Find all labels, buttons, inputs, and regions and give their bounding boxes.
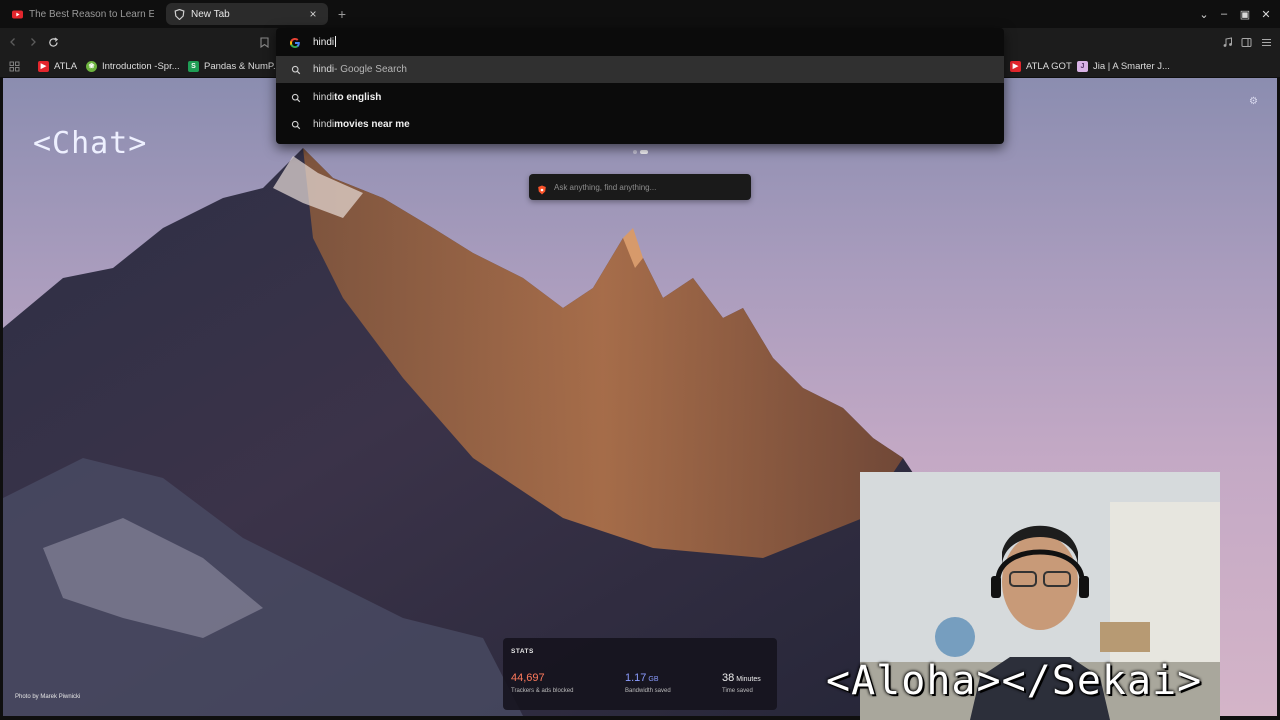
page-dot-active[interactable] (640, 150, 648, 154)
chat-overlay-text: <Chat> (33, 126, 148, 161)
maximize-icon[interactable]: ▣ (1237, 6, 1253, 22)
reload-icon[interactable] (44, 33, 62, 51)
aloha-overlay-text: <Aloha></Sekai> (826, 658, 1203, 704)
stat-time: 38 Minutes Time saved (722, 668, 761, 694)
suggestion-rest: movies near me (334, 119, 410, 130)
bookmark-label: ATLA GOT (1026, 60, 1072, 72)
suggestion-match: hindi (313, 92, 335, 103)
youtube-icon: ▶ (38, 60, 49, 72)
stats-title: STATS (511, 648, 534, 655)
suggestion-item[interactable]: hindi to english (276, 84, 1004, 111)
close-tab-icon[interactable]: × (306, 7, 320, 21)
stat-value: 38 (722, 672, 735, 684)
youtube-icon: ▶ (1010, 60, 1021, 72)
page-dot[interactable] (633, 150, 637, 154)
bookmark-pandas-numpy[interactable]: S Pandas & NumP... (188, 59, 281, 73)
browser-window: The Best Reason to Learn Each New Tab × … (0, 0, 1280, 720)
stat-caption: Trackers & ads blocked (511, 688, 574, 694)
apps-grid-icon[interactable] (5, 57, 23, 75)
tab-title: New Tab (191, 8, 230, 20)
tab-title: The Best Reason to Learn Each (29, 8, 154, 20)
bookmark-label: Introduction -Spr... (102, 60, 180, 72)
suggestion-item[interactable]: hindi movies near me (276, 111, 1004, 138)
back-icon[interactable] (4, 33, 22, 51)
settings-gear-icon[interactable]: ⚙ (1249, 96, 1261, 108)
suggestion-rest: - Google Search (334, 64, 407, 75)
sidebar-icon[interactable] (1237, 33, 1255, 51)
tab-youtube[interactable]: The Best Reason to Learn Each (4, 3, 162, 25)
search-box[interactable]: Ask anything, find anything... (529, 174, 751, 200)
sheets-icon: S (188, 60, 199, 72)
new-tab-button[interactable]: + (334, 6, 350, 22)
search-icon (291, 93, 301, 103)
omnibox-dropdown: hindi hindi - Google Search hindi to eng… (276, 28, 1004, 144)
bookmark-introduction-spring[interactable]: ❀ Introduction -Spr... (86, 59, 180, 73)
stat-unit: GB (648, 676, 659, 683)
address-input-text: hindi (313, 36, 335, 48)
search-icon (291, 120, 301, 130)
stat-unit: Minutes (736, 676, 761, 683)
bookmark-label: Pandas & NumP... (204, 60, 281, 72)
google-g-icon (289, 36, 301, 48)
bookmark-icon[interactable] (255, 33, 273, 51)
bookmark-jia[interactable]: J Jia | A Smarter J... (1077, 59, 1170, 73)
spring-leaf-icon: ❀ (86, 60, 97, 72)
forward-icon[interactable] (24, 33, 42, 51)
jia-icon: J (1077, 60, 1088, 72)
address-input[interactable]: hindi (313, 35, 337, 48)
tab-strip: The Best Reason to Learn Each New Tab × … (0, 0, 1280, 28)
photo-credit[interactable]: Photo by Marek Piwnicki (15, 694, 80, 700)
suggestion-rest: to english (334, 92, 382, 103)
text-caret (335, 35, 337, 47)
bookmark-atla[interactable]: ▶ ATLA (38, 59, 77, 73)
stats-widget: STATS 44,697 Trackers & ads blocked 1.17… (503, 638, 777, 710)
bookmark-label: Jia | A Smarter J... (1093, 60, 1170, 72)
stat-bandwidth: 1.17 GB Bandwidth saved (625, 668, 671, 694)
bookmark-label: ATLA (54, 60, 78, 72)
tab-new-tab[interactable]: New Tab × (166, 3, 328, 25)
search-icon (291, 65, 301, 75)
youtube-icon (12, 9, 23, 20)
close-window-icon[interactable]: ✕ (1258, 6, 1274, 22)
suggestion-match: hindi (313, 119, 335, 130)
stat-value: 1.17 (625, 672, 647, 684)
stat-caption: Time saved (722, 688, 753, 694)
tab-search-dropdown-icon[interactable]: ⌄ (1196, 6, 1212, 22)
address-bar[interactable]: hindi (276, 28, 1004, 55)
brave-lion-icon (537, 182, 547, 195)
search-placeholder: Ask anything, find anything... (554, 182, 657, 192)
suggestion-item[interactable]: hindi - Google Search (276, 56, 1004, 83)
minimize-icon[interactable]: – (1216, 6, 1232, 22)
stat-trackers: 44,697 Trackers & ads blocked (511, 668, 573, 694)
bookmark-atla-got[interactable]: ▶ ATLA GOT (1010, 59, 1072, 73)
pagination-dots (633, 150, 653, 156)
stat-caption: Bandwidth saved (625, 688, 671, 694)
stat-value: 44,697 (511, 672, 545, 684)
suggestion-match: hindi (313, 64, 335, 75)
media-icon[interactable] (1218, 33, 1236, 51)
menu-icon[interactable] (1257, 33, 1275, 51)
brave-shield-icon (174, 8, 185, 20)
